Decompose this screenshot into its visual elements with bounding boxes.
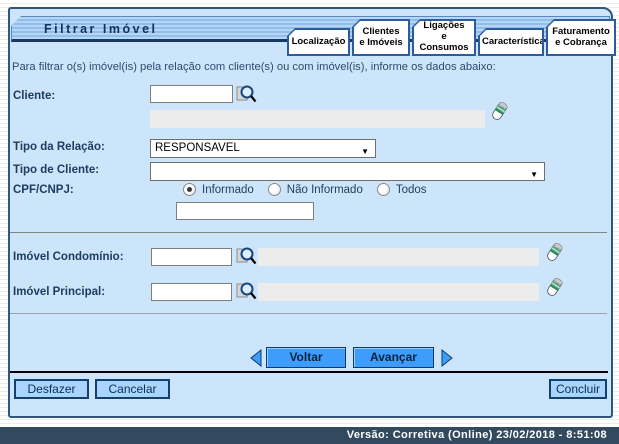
cliente-code-input[interactable] (150, 85, 233, 103)
radio-informado-label: Informado (202, 184, 254, 196)
imovel-condominio-label: Imóvel Condomínio: (13, 251, 124, 263)
imovel-condominio-code-input[interactable] (151, 248, 232, 266)
tab-label: Clientes (356, 27, 406, 38)
separator-line (10, 371, 608, 373)
cancelar-button[interactable]: Cancelar (95, 379, 170, 399)
divider (10, 313, 607, 314)
page-title: Filtrar Imóvel (44, 22, 158, 36)
tab-label: Faturamento (550, 27, 612, 38)
eraser-icon[interactable] (543, 275, 565, 306)
radio-nao-informado[interactable] (268, 183, 281, 196)
tipo-cliente-label: Tipo de Cliente: (13, 164, 99, 176)
page: Filtrar Imóvel Localização Clientes e Im… (0, 0, 619, 444)
instruction-text: Para filtrar o(s) imóvel(is) pela relaçã… (12, 61, 496, 73)
imovel-principal-label: Imóvel Principal: (13, 286, 105, 298)
tab-label: Característica (482, 37, 540, 48)
tab-label: e Imóveis (356, 38, 406, 49)
cpf-cnpj-label: CPF/CNPJ: (13, 184, 74, 196)
cpf-cnpj-input[interactable] (176, 202, 314, 220)
concluir-button[interactable]: Concluir (549, 379, 607, 399)
tab-caracteristica[interactable]: Característica (478, 28, 544, 56)
tab-faturamento-e-cobranca[interactable]: Faturamento e Cobrança (546, 19, 616, 56)
eraser-icon[interactable] (488, 99, 510, 130)
search-icon[interactable] (236, 246, 257, 271)
tab-ligacoes-e-consumos[interactable]: Ligações e Consumos (412, 19, 476, 56)
search-icon[interactable] (236, 281, 257, 306)
titlebar-corner (11, 16, 21, 26)
radio-nao-informado-label: Não Informado (287, 184, 363, 196)
tab-label: e Consumos (416, 32, 472, 54)
voltar-button[interactable]: Voltar (266, 347, 346, 368)
imovel-condominio-name-field (258, 248, 539, 266)
divider (10, 232, 607, 233)
radio-todos-label: Todos (396, 184, 427, 196)
dropdown-arrow-icon: ▼ (530, 166, 538, 183)
cpf-cnpj-radio-group: Informado Não Informado Todos (175, 183, 427, 196)
tab-label: e Cobrança (550, 38, 612, 49)
avancar-button[interactable]: Avançar (353, 347, 434, 368)
tipo-relacao-select[interactable]: RESPONSAVEL ▼ (150, 139, 376, 158)
tipo-cliente-select[interactable]: ▼ (150, 162, 545, 181)
dropdown-arrow-icon: ▼ (361, 143, 369, 160)
version-footer: Versão: Corretiva (Online) 23/02/2018 - … (0, 427, 619, 444)
nav-arrow-right-icon[interactable] (441, 349, 453, 367)
nav-arrow-left-icon[interactable] (250, 349, 262, 367)
search-icon[interactable] (236, 84, 257, 109)
radio-informado[interactable] (183, 183, 196, 196)
desfazer-button[interactable]: Desfazer (14, 379, 89, 399)
tipo-relacao-value: RESPONSAVEL (155, 142, 240, 154)
tab-strip: Localização Clientes e Imóveis Ligações … (287, 13, 616, 56)
imovel-principal-name-field (258, 283, 539, 301)
imovel-principal-code-input[interactable] (151, 283, 232, 301)
tab-clientes-e-imoveis[interactable]: Clientes e Imóveis (352, 19, 410, 56)
eraser-icon[interactable] (543, 240, 565, 271)
cliente-name-field (150, 110, 485, 128)
radio-todos[interactable] (377, 183, 390, 196)
tipo-relacao-label: Tipo da Relação: (13, 141, 105, 153)
tab-label: Localização (291, 37, 346, 48)
tab-localizacao[interactable]: Localização (287, 28, 350, 56)
cliente-label: Cliente: (13, 90, 55, 102)
